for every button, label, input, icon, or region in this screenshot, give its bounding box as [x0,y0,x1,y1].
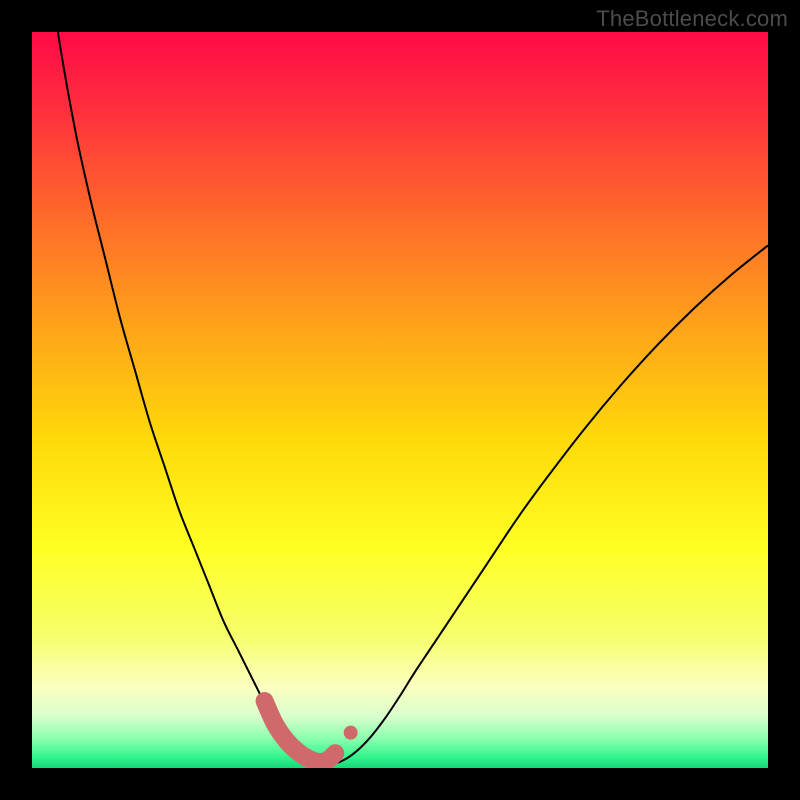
watermark-text: TheBottleneck.com [596,6,788,32]
plot-area [32,32,768,768]
highlight-marker [344,726,358,740]
chart-frame: TheBottleneck.com [0,0,800,800]
chart-svg [32,32,768,768]
